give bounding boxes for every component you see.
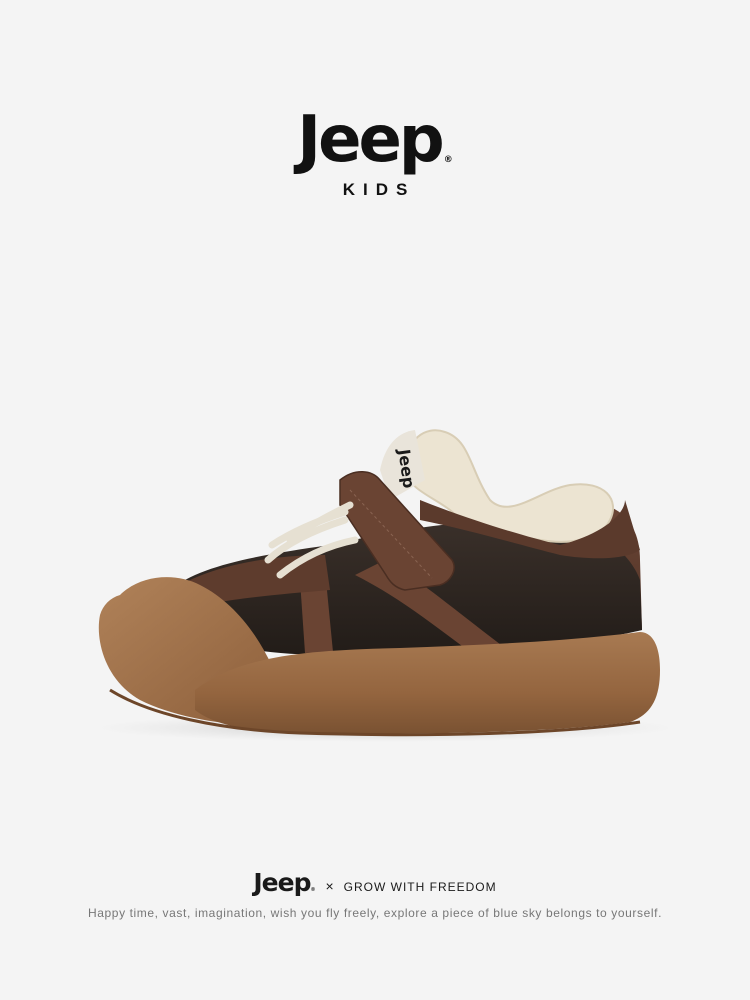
tagline: Happy time, vast, imagination, wish you …: [87, 906, 663, 920]
brand-logo-text: Jeep: [297, 103, 444, 177]
brand-subtitle: KIDS: [342, 180, 416, 199]
footer-logo-text: Jeep: [253, 868, 311, 897]
times-symbol: ×: [325, 878, 334, 894]
collab-line: Jeep® × GROW WITH FREEDOM: [0, 868, 750, 897]
footer-registered-mark: ®: [310, 887, 316, 893]
registered-mark: ®: [443, 155, 453, 165]
product-banner: Jeep ® KIDS Jeep Jeep® × GROW WITH FREED…: [0, 0, 750, 1000]
shoe-fleece-collar: [403, 429, 615, 543]
footer-logo: Jeep®: [253, 868, 315, 897]
product-photo: Jeep: [95, 429, 675, 742]
brand-logo: Jeep ®: [0, 108, 750, 172]
brand-slogan: GROW WITH FREEDOM: [343, 880, 497, 894]
